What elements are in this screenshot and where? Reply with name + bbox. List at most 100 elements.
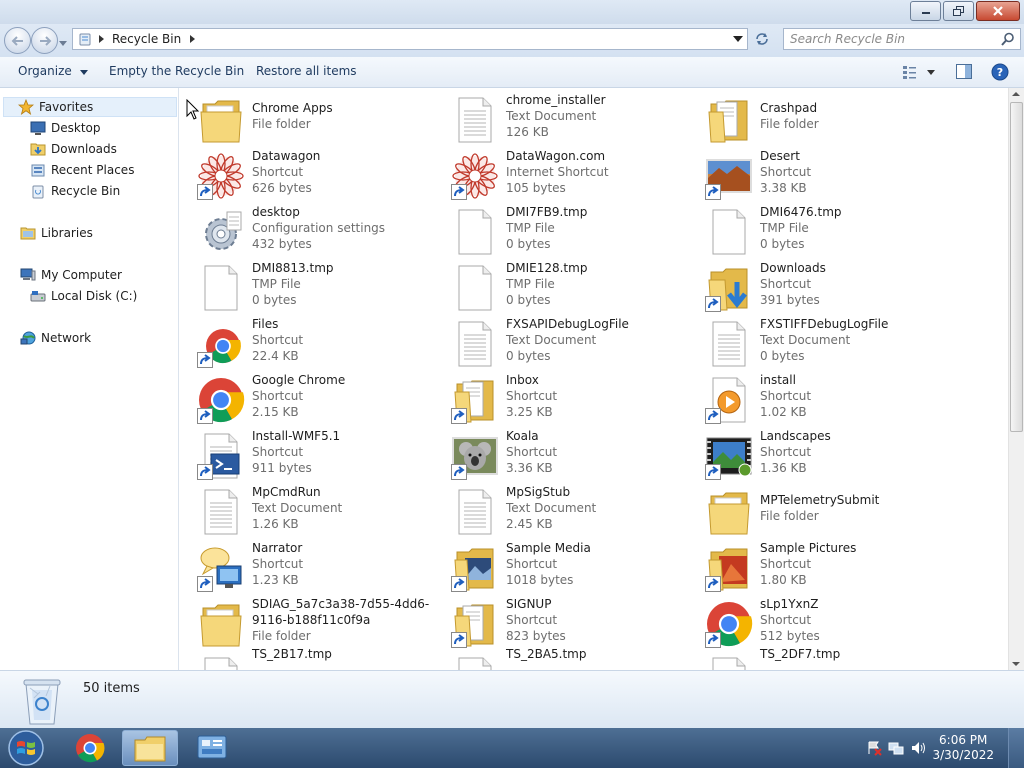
scroll-down-icon[interactable] [1009, 658, 1023, 670]
file-item[interactable]: MpSigStub Text Document 2.45 KB [434, 480, 688, 536]
file-size: 391 bytes [760, 293, 820, 307]
file-item[interactable]: SIGNUP Shortcut 823 bytes [434, 592, 688, 648]
file-name: Inbox [506, 373, 539, 387]
file-item[interactable]: Inbox Shortcut 3.25 KB [434, 368, 688, 424]
volume-icon[interactable] [910, 740, 926, 756]
file-item[interactable]: chrome_installer Text Document 126 KB [434, 88, 688, 144]
minimize-button[interactable] [910, 1, 941, 21]
nav-desktop[interactable]: Desktop [30, 118, 101, 138]
nav-network[interactable]: Network [20, 328, 91, 348]
chrome-icon [76, 734, 105, 763]
file-item-text: Chrome Apps File folder [252, 100, 434, 132]
file-item[interactable]: FXSTIFFDebugLogFile Text Document 0 bytes [688, 312, 942, 368]
doc-icon [451, 488, 499, 536]
file-type: File folder [252, 629, 311, 643]
search-input[interactable]: Search Recycle Bin [790, 32, 1001, 46]
taskbar-control-panel[interactable] [184, 730, 240, 766]
file-item[interactable]: TS_2DF7.tmp [688, 647, 942, 670]
start-button[interactable] [4, 728, 48, 768]
back-arrow-icon [11, 35, 23, 46]
file-list: Chrome Apps File folder chrome_installer Te… [180, 88, 1008, 670]
show-desktop-button[interactable] [1008, 728, 1024, 768]
file-item[interactable]: DataWagon.com Internet Shortcut 105 bytes [434, 144, 688, 200]
nav-local-disk-label: Local Disk (C:) [51, 289, 138, 303]
file-name: TS_2DF7.tmp [760, 647, 841, 661]
clock[interactable]: 6:06 PM 3/30/2022 [932, 733, 994, 763]
preview-pane-button[interactable] [956, 64, 972, 82]
organize-button[interactable]: Organize [18, 64, 88, 78]
title-bar[interactable] [0, 0, 1024, 24]
search-icon[interactable] [1001, 32, 1015, 46]
recent-pages-dropdown[interactable] [59, 36, 67, 50]
nav-my-computer[interactable]: My Computer [20, 265, 122, 285]
file-item[interactable]: Install-WMF5.1 Shortcut 911 bytes [180, 424, 434, 480]
file-type: Shortcut [252, 389, 304, 403]
file-item[interactable]: Sample Media Shortcut 1018 bytes [434, 536, 688, 592]
file-item[interactable]: Desert Shortcut 3.38 KB [688, 144, 942, 200]
taskbar-explorer[interactable] [122, 730, 178, 766]
file-name: Install-WMF5.1 [252, 429, 341, 443]
file-item[interactable]: Narrator Shortcut 1.23 KB [180, 536, 434, 592]
file-item[interactable]: install Shortcut 1.02 KB [688, 368, 942, 424]
scrollbar-thumb[interactable] [1010, 102, 1023, 432]
file-name: MpSigStub [506, 485, 571, 499]
refresh-button[interactable] [751, 28, 773, 50]
file-item[interactable]: sLp1YxnZ Shortcut 512 bytes [688, 592, 942, 648]
file-item[interactable]: Files Shortcut 22.4 KB [180, 312, 434, 368]
help-button[interactable]: ? [991, 63, 1009, 84]
file-item[interactable]: Google Chrome Shortcut 2.15 KB [180, 368, 434, 424]
file-item-text: Install-WMF5.1 Shortcut 911 bytes [252, 428, 434, 476]
close-button[interactable] [976, 1, 1020, 21]
file-name: Crashpad [760, 101, 818, 115]
file-item[interactable]: Landscapes Shortcut 1.36 KB [688, 424, 942, 480]
address-bar[interactable]: Recycle Bin [72, 28, 748, 50]
file-item[interactable]: MPTelemetrySubmit File folder [688, 480, 942, 536]
empty-recycle-bin-button[interactable]: Empty the Recycle Bin [109, 64, 244, 78]
chevron-down-icon[interactable] [733, 36, 743, 42]
file-item[interactable]: desktop Configuration settings 432 bytes [180, 200, 434, 256]
file-item[interactable]: Crashpad File folder [688, 88, 942, 144]
maximize-button[interactable] [943, 1, 974, 21]
file-size: 0 bytes [760, 237, 805, 251]
file-item[interactable]: Sample Pictures Shortcut 1.80 KB [688, 536, 942, 592]
file-item[interactable]: MpCmdRun Text Document 1.26 KB [180, 480, 434, 536]
change-view-button[interactable] [902, 65, 936, 82]
file-item[interactable]: DMIE128.tmp TMP File 0 bytes [434, 256, 688, 312]
nav-recent-places[interactable]: Recent Places [30, 160, 134, 180]
nav-downloads[interactable]: Downloads [30, 139, 117, 159]
file-item[interactable]: TS_2B17.tmp [180, 647, 434, 670]
file-item[interactable]: FXSAPIDebugLogFile Text Document 0 bytes [434, 312, 688, 368]
nav-favorites[interactable]: Favorites [3, 97, 177, 117]
file-item[interactable]: Chrome Apps File folder [180, 88, 434, 144]
file-item[interactable]: DMI6476.tmp TMP File 0 bytes [688, 200, 942, 256]
file-item-text: Downloads Shortcut 391 bytes [760, 260, 942, 308]
blank-icon [451, 208, 499, 256]
file-item[interactable]: DMI8813.tmp TMP File 0 bytes [180, 256, 434, 312]
taskbar-chrome[interactable] [62, 730, 118, 766]
file-item[interactable]: SDIAG_5a7c3a38-7d55-4dd6-9116-b188f11c0f… [180, 592, 434, 648]
breadcrumb-recycle-bin[interactable]: Recycle Bin [112, 32, 181, 46]
breadcrumb-arrow-icon [99, 35, 104, 43]
file-item[interactable]: Koala Shortcut 3.36 KB [434, 424, 688, 480]
file-item[interactable]: Downloads Shortcut 391 bytes [688, 256, 942, 312]
action-center-icon[interactable] [866, 740, 882, 756]
forward-button[interactable] [31, 27, 58, 54]
file-item[interactable]: Datawagon Shortcut 626 bytes [180, 144, 434, 200]
restore-all-items-button[interactable]: Restore all items [256, 64, 357, 78]
libraries-icon [20, 227, 36, 240]
vertical-scrollbar[interactable] [1008, 88, 1024, 670]
back-button[interactable] [4, 27, 31, 54]
scroll-up-icon[interactable] [1009, 88, 1023, 100]
search-box[interactable]: Search Recycle Bin [783, 28, 1021, 50]
system-tray [866, 740, 926, 756]
file-type: Shortcut [252, 333, 304, 347]
nav-local-disk[interactable]: Local Disk (C:) [30, 286, 137, 306]
network-icon [20, 331, 36, 345]
file-item-text: sLp1YxnZ Shortcut 512 bytes [760, 596, 942, 644]
file-item[interactable]: TS_2BA5.tmp [434, 647, 688, 670]
network-tray-icon[interactable] [888, 740, 904, 756]
nav-libraries[interactable]: Libraries [20, 223, 93, 243]
nav-recycle-bin[interactable]: Recycle Bin [30, 181, 120, 201]
file-item[interactable]: DMI7FB9.tmp TMP File 0 bytes [434, 200, 688, 256]
blank-icon [197, 656, 245, 670]
